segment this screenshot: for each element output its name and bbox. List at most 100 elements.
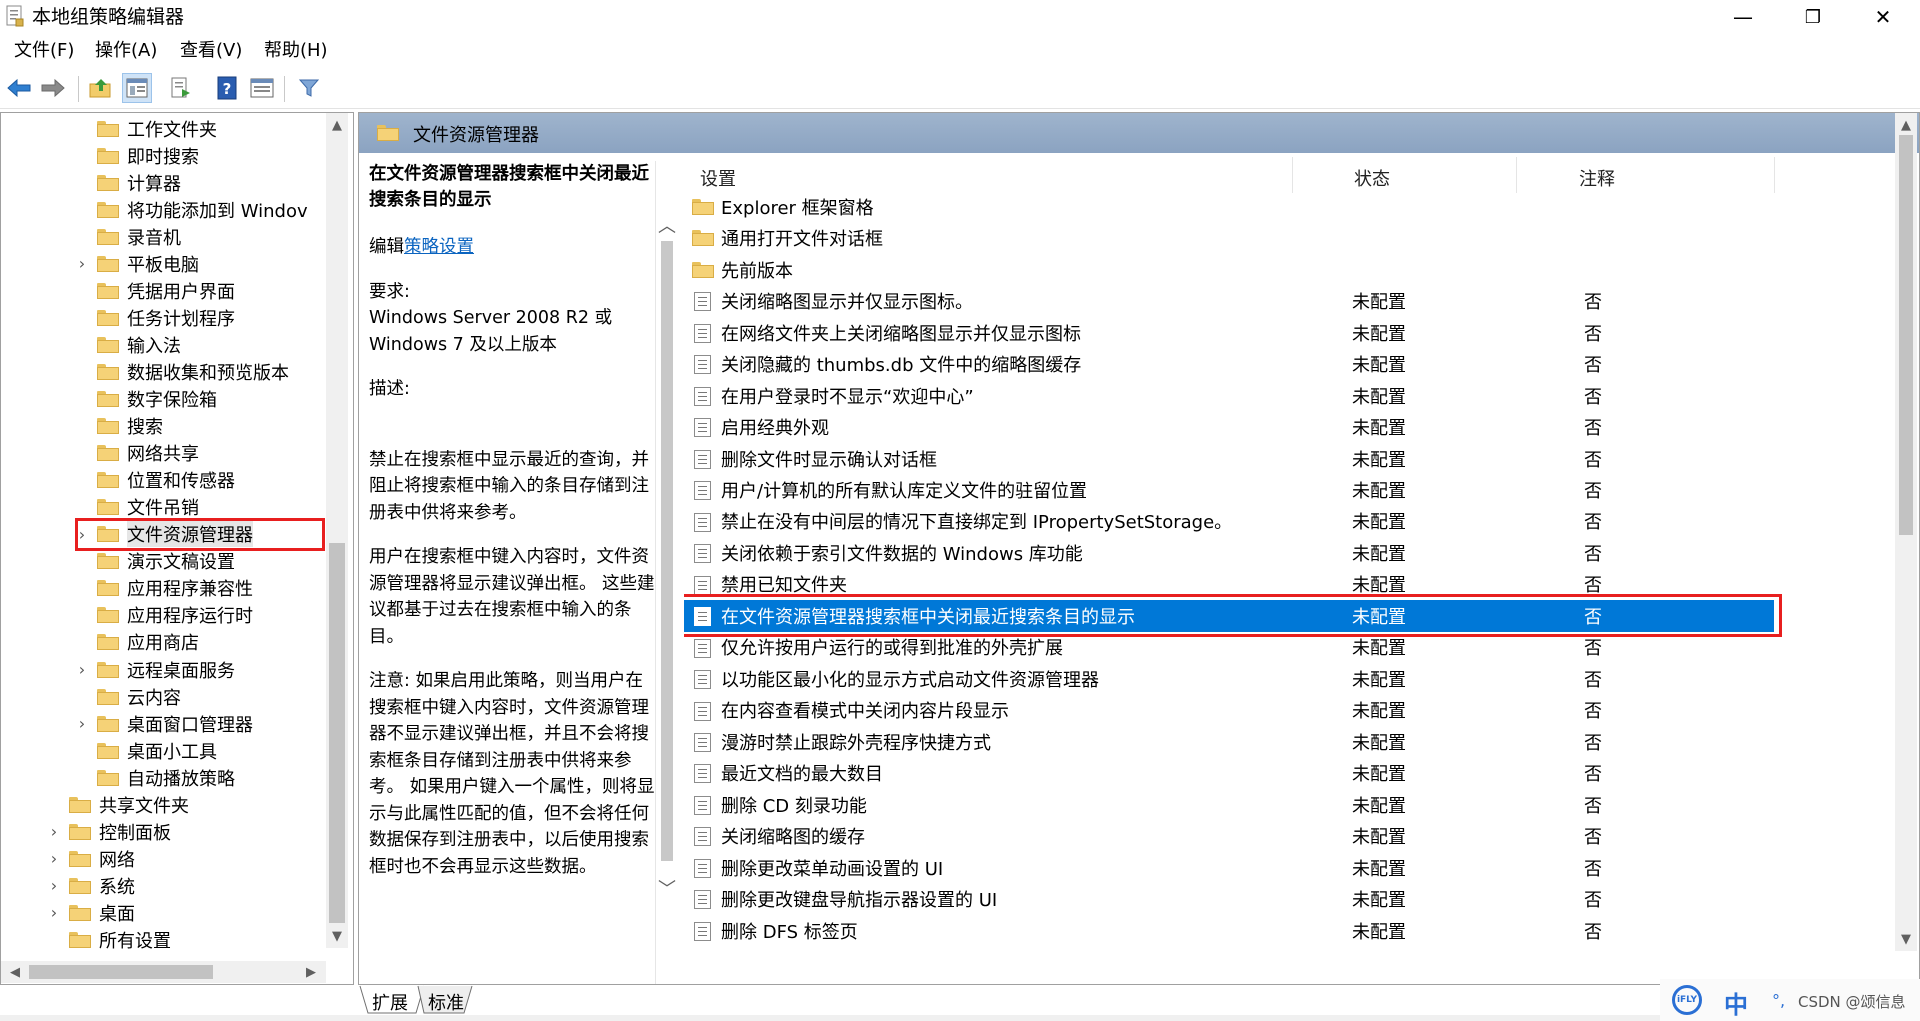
show-tree-icon[interactable] <box>122 73 152 103</box>
setting-row[interactable]: 最近文档的最大数目 未配置 否 <box>684 757 1784 789</box>
scroll-down-arrow-icon[interactable]: ﹀ <box>656 878 678 900</box>
tree-node[interactable]: 即时搜索 <box>1 142 199 169</box>
setting-row[interactable]: 删除更改键盘导航指示器设置的 UI 未配置 否 <box>684 883 1784 915</box>
expand-chevron-icon[interactable]: › <box>47 876 61 895</box>
tree-node[interactable]: › 远程桌面服务 <box>1 656 235 683</box>
list-vertical-scrollbar[interactable]: ▲ ▼ <box>1895 113 1917 951</box>
tree-hscroll-thumb[interactable] <box>29 965 213 979</box>
description-scroll-thumb[interactable] <box>661 241 673 861</box>
tree-node[interactable]: 文件吊销 <box>1 494 199 521</box>
tree-node[interactable]: 凭据用户界面 <box>1 277 235 304</box>
setting-row[interactable]: 禁止在没有中间层的情况下直接绑定到 IPropertySetStorage。 未配… <box>684 506 1784 538</box>
setting-row[interactable]: 启用经典外观 未配置 否 <box>684 411 1784 443</box>
tree-node[interactable]: › 文件资源管理器 <box>1 517 325 551</box>
setting-row[interactable]: 关闭隐藏的 thumbs.db 文件中的缩略图缓存 未配置 否 <box>684 348 1784 380</box>
menu-help[interactable]: 帮助(H) <box>264 40 328 62</box>
tree-node[interactable]: › 网络 <box>1 845 135 872</box>
tree-node[interactable]: › 平板电脑 <box>1 250 199 277</box>
tree-node[interactable]: 数据收集和预览版本 <box>1 358 289 385</box>
tree-node[interactable]: 自动播放策略 <box>1 764 235 791</box>
edit-policy-link[interactable]: 策略设置 <box>404 237 474 257</box>
column-header-state[interactable]: 状态 <box>1354 165 1390 191</box>
tree-node[interactable]: 桌面小工具 <box>1 737 217 764</box>
tree-horizontal-scrollbar[interactable]: ◀ ▶ <box>1 961 326 983</box>
export-list-icon[interactable] <box>166 73 196 103</box>
properties-icon[interactable] <box>247 73 277 103</box>
setting-row[interactable]: 关闭缩略图显示并仅显示图标。 未配置 否 <box>684 285 1784 317</box>
scroll-up-arrow-icon[interactable]: ︿ <box>656 215 678 237</box>
filter-icon[interactable] <box>294 73 324 103</box>
tree-node[interactable]: 应用程序运行时 <box>1 602 253 629</box>
tree-node[interactable]: 工作文件夹 <box>1 115 217 142</box>
scroll-up-arrow-icon[interactable]: ▲ <box>1895 117 1917 133</box>
setting-row[interactable]: 用户/计算机的所有默认库定义文件的驻留位置 未配置 否 <box>684 474 1784 506</box>
tab-extended[interactable]: 扩展 <box>372 989 408 1015</box>
tree-node[interactable]: 云内容 <box>1 683 181 710</box>
description-scrollbar[interactable]: ︿ ﹀ <box>656 213 678 903</box>
setting-row[interactable]: 以功能区最小化的显示方式启动文件资源管理器 未配置 否 <box>684 663 1784 695</box>
tree-node[interactable]: 数字保险箱 <box>1 386 217 413</box>
expand-chevron-icon[interactable]: › <box>75 254 89 273</box>
up-folder-icon[interactable] <box>86 73 116 103</box>
setting-row[interactable]: 关闭缩略图的缓存 未配置 否 <box>684 820 1784 852</box>
tree-node[interactable]: 应用程序兼容性 <box>1 575 253 602</box>
setting-row[interactable]: 删除 CD 刻录功能 未配置 否 <box>684 789 1784 821</box>
forward-arrow-icon[interactable] <box>38 73 68 103</box>
close-button[interactable]: ✕ <box>1853 0 1913 34</box>
tree-node[interactable]: 共享文件夹 <box>1 791 189 818</box>
back-arrow-icon[interactable] <box>4 73 34 103</box>
setting-row[interactable]: 漫游时禁止跟踪外壳程序快捷方式 未配置 否 <box>684 726 1784 758</box>
setting-row[interactable]: 关闭依赖于索引文件数据的 Windows 库功能 未配置 否 <box>684 537 1784 569</box>
tree-vertical-scrollbar[interactable]: ▲ ▼ <box>326 113 348 948</box>
setting-row[interactable]: 删除 DFS 标签页 未配置 否 <box>684 915 1784 947</box>
tree-node[interactable]: 输入法 <box>1 331 181 358</box>
scroll-down-arrow-icon[interactable]: ▼ <box>326 928 348 944</box>
setting-row[interactable]: 删除更改菜单动画设置的 UI 未配置 否 <box>684 852 1784 884</box>
tree-node[interactable]: 所有设置 <box>1 927 171 954</box>
scroll-up-arrow-icon[interactable]: ▲ <box>326 117 348 133</box>
category-folder-row[interactable]: 先前版本 <box>684 254 1784 286</box>
restore-button[interactable]: ❐ <box>1783 0 1843 34</box>
setting-row[interactable]: 仅允许按用户运行的或得到批准的外壳扩展 未配置 否 <box>684 632 1784 664</box>
tree-node[interactable]: 位置和传感器 <box>1 467 235 494</box>
selected-setting-row[interactable]: 在文件资源管理器搜索框中关闭最近搜索条目的显示 未配置否 <box>684 594 1782 638</box>
setting-row[interactable]: 在内容查看模式中关闭内容片段显示 未配置 否 <box>684 695 1784 727</box>
tree-node[interactable]: 计算器 <box>1 169 181 196</box>
expand-chevron-icon[interactable]: › <box>47 822 61 841</box>
tree-node[interactable]: 任务计划程序 <box>1 304 235 331</box>
expand-chevron-icon[interactable]: › <box>47 903 61 922</box>
tree-node[interactable]: 网络共享 <box>1 440 199 467</box>
category-folder-row[interactable]: 通用打开文件对话框 <box>684 222 1784 254</box>
setting-row[interactable]: 在用户登录时不显示“欢迎中心” 未配置 否 <box>684 380 1784 412</box>
menu-action[interactable]: 操作(A) <box>95 40 157 62</box>
tree-node[interactable]: › 桌面 <box>1 899 135 926</box>
ifly-logo-icon[interactable]: iFLY <box>1672 985 1702 1015</box>
scroll-right-arrow-icon[interactable]: ▶ <box>303 964 319 980</box>
expand-chevron-icon[interactable]: › <box>47 849 61 868</box>
minimize-button[interactable]: — <box>1713 0 1773 34</box>
tree-node[interactable]: 应用商店 <box>1 629 199 656</box>
expand-chevron-icon[interactable]: › <box>75 714 89 733</box>
menu-file[interactable]: 文件(F) <box>14 40 74 62</box>
help-icon[interactable]: ? <box>212 73 242 103</box>
tree-node[interactable]: › 桌面窗口管理器 <box>1 710 253 737</box>
column-header-note[interactable]: 注释 <box>1579 165 1615 191</box>
ime-mode-toggle[interactable]: 中 <box>1724 985 1748 1020</box>
setting-row[interactable]: 在网络文件夹上关闭缩略图显示并仅显示图标 未配置 否 <box>684 317 1784 349</box>
category-folder-row[interactable]: Explorer 框架窗格 <box>684 191 1784 223</box>
tree-node[interactable]: 将功能添加到 Windov <box>1 196 308 223</box>
tree-scroll-thumb[interactable] <box>329 543 345 923</box>
tree-node[interactable]: › 控制面板 <box>1 818 171 845</box>
scroll-down-arrow-icon[interactable]: ▼ <box>1895 931 1917 947</box>
menu-view[interactable]: 查看(V) <box>180 40 242 62</box>
tree-node[interactable]: › 系统 <box>1 872 135 899</box>
setting-row[interactable]: 删除文件时显示确认对话框 未配置 否 <box>684 443 1784 475</box>
expand-chevron-icon[interactable]: › <box>75 660 89 679</box>
list-scroll-thumb[interactable] <box>1899 135 1913 535</box>
punctuation-icon[interactable]: °, <box>1772 991 1785 1010</box>
tree-node[interactable]: 演示文稿设置 <box>1 548 235 575</box>
scroll-left-arrow-icon[interactable]: ◀ <box>7 964 23 980</box>
tree-node[interactable]: 录音机 <box>1 223 181 250</box>
tab-standard[interactable]: 标准 <box>428 989 464 1015</box>
column-header-setting[interactable]: 设置 <box>700 165 736 191</box>
